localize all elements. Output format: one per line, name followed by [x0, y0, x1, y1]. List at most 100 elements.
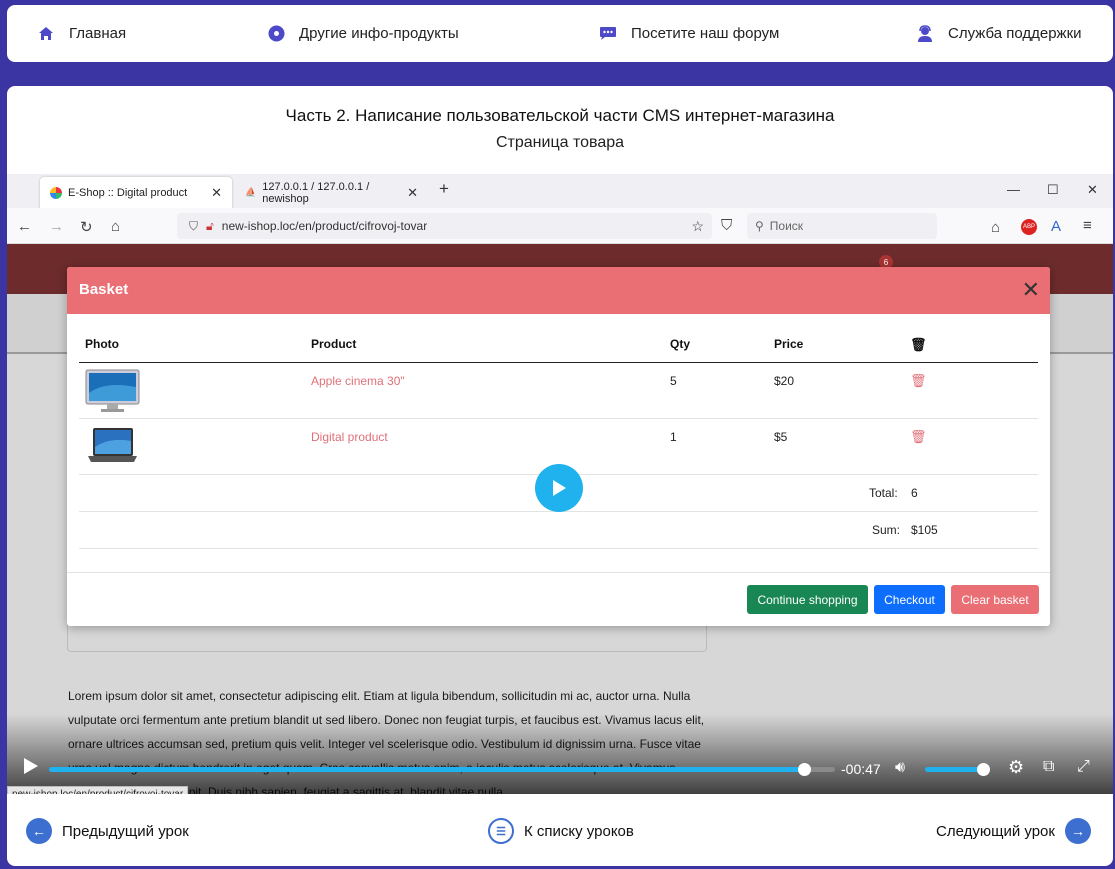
- product-thumbnail: [85, 369, 140, 412]
- col-qty: Qty: [670, 337, 691, 351]
- delete-item-icon[interactable]: 🗑︎: [910, 373, 927, 389]
- nav-forum[interactable]: Посетите наш форум: [599, 5, 779, 62]
- product-thumbnail: [85, 425, 140, 467]
- home-icon: [37, 25, 55, 43]
- new-tab-icon[interactable]: +: [439, 179, 449, 199]
- fullscreen-icon[interactable]: ⤢: [1077, 758, 1090, 776]
- qty-value: 1: [670, 430, 677, 444]
- sum-value: $105: [911, 523, 938, 537]
- settings-icon[interactable]: ⚙︎: [1008, 757, 1024, 778]
- nav-products-label: Другие инфо-продукты: [299, 25, 459, 42]
- prev-lesson-label: Предыдущий урок: [62, 822, 189, 840]
- support-icon: [916, 24, 934, 43]
- disc-icon: [267, 25, 285, 43]
- trash-icon: 🗑︎: [910, 337, 927, 352]
- list-icon: ☰: [488, 818, 514, 844]
- total-label: Total:: [869, 486, 898, 500]
- nav-support[interactable]: Служба поддержки: [916, 5, 1082, 62]
- seek-bar-fill: [49, 767, 804, 772]
- video-player[interactable]: E-Shop :: Digital product ✕ ⛵ 127.0.0.1 …: [7, 174, 1113, 794]
- total-value: 6: [911, 486, 918, 500]
- nav-home[interactable]: Главная: [37, 5, 126, 62]
- back-icon[interactable]: ←: [17, 218, 32, 235]
- minimize-icon[interactable]: —: [1007, 182, 1020, 197]
- product-link[interactable]: Apple cinema 30": [311, 374, 405, 388]
- col-price: Price: [774, 337, 804, 351]
- search-input[interactable]: ⚲ Поиск: [747, 213, 937, 239]
- url-text: new-ishop.loc/en/product/cifrovoj-tovar: [221, 219, 428, 233]
- price-value: $5: [774, 430, 788, 444]
- lesson-title: Часть 2. Написание пользовательской част…: [285, 106, 835, 125]
- row-divider: [79, 548, 1038, 549]
- close-icon[interactable]: ✕: [211, 185, 222, 201]
- continue-shopping-button[interactable]: Continue shopping: [747, 585, 868, 614]
- volume-slider[interactable]: [925, 763, 990, 776]
- modal-header: Basket ✕: [67, 267, 1050, 314]
- shield-icon: ⛉: [189, 218, 199, 233]
- time-remaining: -00:47: [841, 761, 881, 777]
- qty-value: 5: [670, 374, 677, 388]
- menu-icon[interactable]: ≡: [1083, 217, 1092, 234]
- top-nav: Главная Другие инфо-продукты Посетите на…: [7, 5, 1113, 62]
- price-value: $20: [774, 374, 795, 388]
- search-placeholder: Поиск: [769, 219, 804, 233]
- browser-tab-eshop[interactable]: E-Shop :: Digital product ✕: [40, 177, 232, 208]
- extension-icon[interactable]: ⌂: [991, 219, 1000, 236]
- product-link[interactable]: Digital product: [311, 430, 388, 444]
- lesson-list-button[interactable]: ☰ К списку уроков: [488, 817, 634, 845]
- browser-tab-phpmyadmin[interactable]: ⛵ 127.0.0.1 / 127.0.0.1 / newishop ✕: [235, 177, 428, 208]
- nav-support-label: Служба поддержки: [948, 25, 1082, 42]
- footer-divider: [67, 572, 1050, 573]
- address-bar[interactable]: ⛉ 🔓︎ new-ishop.loc/en/product/cifrovoj-t…: [177, 213, 712, 239]
- big-play-button[interactable]: [535, 464, 583, 512]
- play-icon[interactable]: [23, 757, 39, 778]
- star-icon[interactable]: ☆: [691, 218, 704, 235]
- browser-tab-bar: E-Shop :: Digital product ✕ ⛵ 127.0.0.1 …: [7, 174, 1113, 208]
- delete-item-icon[interactable]: 🗑︎: [910, 429, 927, 445]
- nav-products[interactable]: Другие инфо-продукты: [267, 5, 459, 62]
- pocket-icon[interactable]: ⛉: [721, 217, 732, 234]
- close-icon[interactable]: ✕: [1022, 277, 1040, 303]
- volume-handle[interactable]: [976, 763, 990, 776]
- arrow-left-icon: ←: [26, 818, 52, 844]
- browser-toolbar: ← → ↻ ⌂ ⛉ 🔓︎ new-ishop.loc/en/product/ci…: [7, 208, 1113, 244]
- pma-icon: ⛵: [245, 187, 257, 197]
- adblock-icon[interactable]: ABP: [1021, 219, 1037, 235]
- lesson-subtitle: Страница товара: [495, 134, 625, 151]
- modal-title: Basket: [79, 281, 129, 298]
- col-product: Product: [311, 337, 357, 351]
- favicon-icon: [50, 186, 62, 199]
- nav-forum-label: Посетите наш форум: [631, 25, 780, 42]
- tab-label: E-Shop :: Digital product: [68, 186, 188, 199]
- search-icon: ⚲: [755, 219, 764, 233]
- arrow-right-icon: →: [1064, 818, 1091, 844]
- volume-icon[interactable]: 🔊︎: [895, 759, 905, 777]
- lesson-list-label: К списку уроков: [524, 822, 634, 840]
- home-icon[interactable]: ⌂: [111, 218, 120, 235]
- window-close-icon[interactable]: ✕: [1087, 182, 1098, 198]
- player-controls: [7, 714, 1113, 794]
- basket-modal: Basket ✕ Photo Product Qty Price 🗑︎ Appl…: [67, 267, 1050, 626]
- close-icon[interactable]: ✕: [407, 185, 418, 201]
- seek-handle[interactable]: [797, 763, 811, 776]
- insecure-lock-icon: 🔓︎: [206, 218, 214, 233]
- clear-basket-button[interactable]: Clear basket: [951, 585, 1039, 614]
- row-divider: [79, 418, 1038, 419]
- tab-label: 127.0.0.1 / 127.0.0.1 / newishop: [262, 180, 370, 205]
- sum-label: Sum:: [872, 523, 901, 537]
- checkout-button[interactable]: Checkout: [874, 585, 945, 614]
- reload-icon[interactable]: ↻: [80, 218, 93, 236]
- nav-home-label: Главная: [69, 25, 127, 42]
- lesson-card: Часть 2. Написание пользовательской част…: [7, 86, 1113, 866]
- status-url: new-ishop.loc/en/product/cifrovoj-tovar: [7, 786, 189, 794]
- forward-icon[interactable]: →: [49, 218, 64, 235]
- header-divider: [79, 362, 1038, 363]
- popout-icon[interactable]: ⧉: [1043, 758, 1054, 776]
- translate-icon[interactable]: A: [1051, 218, 1061, 235]
- play-icon: [553, 480, 566, 496]
- seek-bar[interactable]: [49, 763, 835, 776]
- chat-icon: [599, 25, 617, 43]
- prev-lesson-button[interactable]: ← Предыдущий урок: [26, 817, 189, 845]
- next-lesson-button[interactable]: Следующий урок →: [936, 817, 1091, 845]
- maximize-icon[interactable]: ☐: [1047, 182, 1059, 198]
